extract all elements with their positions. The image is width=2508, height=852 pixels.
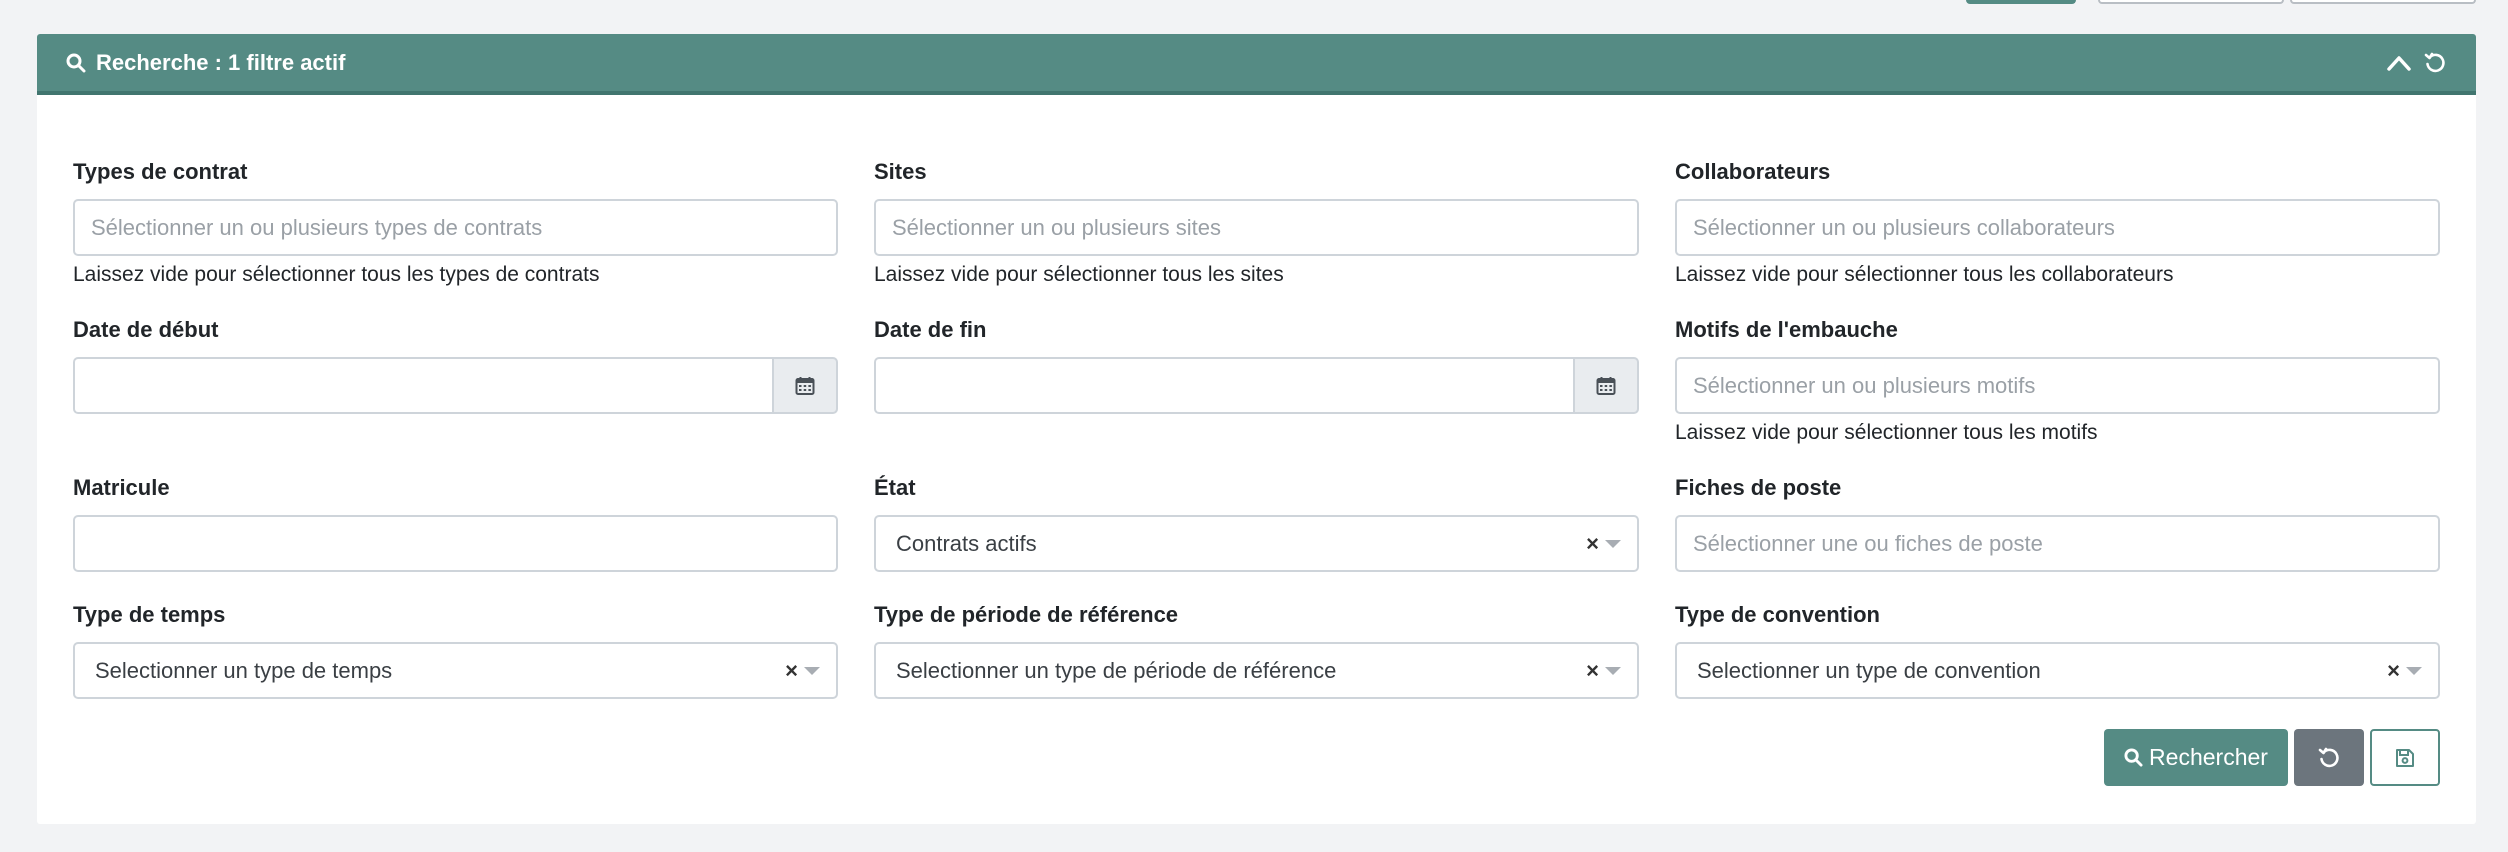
reference-period-type-clear-icon[interactable]: × (1586, 658, 1599, 684)
end-date-group (874, 357, 1639, 414)
end-date-input[interactable] (874, 357, 1573, 414)
end-date-label: Date de fin (874, 317, 987, 342)
time-type-clear-icon[interactable]: × (785, 658, 798, 684)
sites-help: Laissez vide pour sélectionner tous les … (874, 263, 1284, 286)
employee-number-input[interactable] (73, 515, 838, 572)
end-date-field: Date de fin (874, 317, 1639, 475)
form-actions: Rechercher (2104, 729, 2440, 786)
search-panel: Recherche : 1 filtre actif Types de cont… (37, 34, 2476, 824)
sites-select[interactable]: Sélectionner un ou plusieurs sites (874, 199, 1639, 256)
start-date-input[interactable] (73, 357, 772, 414)
chevron-down-icon[interactable] (1605, 539, 1621, 548)
start-date-group (73, 357, 838, 414)
contract-types-label: Types de contrat (73, 159, 248, 184)
job-sheets-label: Fiches de poste (1675, 475, 1842, 500)
reference-period-type-label: Type de période de référence (874, 602, 1179, 627)
hiring-reasons-label: Motifs de l'embauche (1675, 317, 1898, 342)
sites-field: Sites Sélectionner un ou plusieurs sites… (874, 159, 1639, 317)
time-type-select[interactable]: Selectionner un type de temps × (73, 642, 838, 699)
state-selected-value: Contrats actifs (896, 530, 1037, 556)
save-filter-button[interactable] (2370, 729, 2440, 786)
collaborators-field: Collaborateurs Sélectionner un ou plusie… (1675, 159, 2440, 317)
convention-type-clear-icon[interactable]: × (2387, 658, 2400, 684)
contract-types-select[interactable]: Sélectionner un ou plusieurs types de co… (73, 199, 838, 256)
hiring-reasons-placeholder: Sélectionner un ou plusieurs motifs (1693, 372, 2036, 398)
job-sheets-select[interactable]: Sélectionner une ou fiches de poste (1675, 515, 2440, 572)
top-toolbar-button-partial[interactable] (1966, 0, 2076, 4)
reference-period-type-selected-value: Selectionner un type de période de référ… (896, 657, 1337, 683)
chevron-down-icon[interactable] (804, 666, 820, 675)
reference-period-type-select[interactable]: Selectionner un type de période de référ… (874, 642, 1639, 699)
time-type-field: Type de temps Selectionner un type de te… (73, 602, 838, 727)
search-icon (2124, 748, 2143, 767)
hiring-reasons-select[interactable]: Sélectionner un ou plusieurs motifs (1675, 357, 2440, 414)
time-type-label: Type de temps (73, 602, 226, 627)
top-toolbar-button-partial[interactable] (2290, 0, 2476, 4)
reset-icon (2318, 747, 2339, 767)
state-label: État (874, 475, 916, 500)
hiring-reasons-field: Motifs de l'embauche Sélectionner un ou … (1675, 317, 2440, 475)
save-icon (2396, 748, 2414, 767)
contract-types-help: Laissez vide pour sélectionner tous les … (73, 263, 600, 286)
search-form: Types de contrat Sélectionner un ou plus… (73, 159, 2440, 727)
top-toolbar-button-partial[interactable] (2098, 0, 2284, 4)
search-panel-title: Recherche : 1 filtre actif (96, 49, 346, 75)
contract-types-placeholder: Sélectionner un ou plusieurs types de co… (91, 214, 543, 240)
end-date-calendar-button[interactable] (1573, 357, 1639, 414)
time-type-selected-value: Selectionner un type de temps (95, 657, 393, 683)
sites-label: Sites (874, 159, 927, 184)
calendar-icon (795, 376, 815, 395)
contract-types-field: Types de contrat Sélectionner un ou plus… (73, 159, 838, 317)
job-sheets-field: Fiches de poste Sélectionner une ou fich… (1675, 475, 2440, 602)
collaborators-placeholder: Sélectionner un ou plusieurs collaborate… (1693, 214, 2115, 240)
start-date-calendar-button[interactable] (772, 357, 838, 414)
state-select[interactable]: Contrats actifs × (874, 515, 1639, 572)
convention-type-selected-value: Selectionner un type de convention (1697, 657, 2041, 683)
start-date-label: Date de début (73, 317, 219, 342)
search-icon (66, 53, 86, 73)
collaborators-help: Laissez vide pour sélectionner tous les … (1675, 263, 2174, 286)
search-button[interactable]: Rechercher (2104, 729, 2288, 786)
convention-type-field: Type de convention Selectionner un type … (1675, 602, 2440, 727)
start-date-field: Date de début (73, 317, 838, 475)
reference-period-type-field: Type de période de référence Selectionne… (874, 602, 1639, 727)
state-field: État Contrats actifs × (874, 475, 1639, 602)
convention-type-label: Type de convention (1675, 602, 1880, 627)
search-button-label: Rechercher (2149, 744, 2268, 770)
employee-number-field: Matricule (73, 475, 838, 602)
reset-icon[interactable] (2424, 52, 2446, 74)
state-clear-icon[interactable]: × (1586, 531, 1599, 557)
calendar-icon (1596, 376, 1616, 395)
job-sheets-placeholder: Sélectionner une ou fiches de poste (1693, 530, 2043, 556)
chevron-down-icon[interactable] (2406, 666, 2422, 675)
hiring-reasons-help: Laissez vide pour sélectionner tous les … (1675, 421, 2098, 444)
chevron-down-icon[interactable] (1605, 666, 1621, 675)
collaborators-label: Collaborateurs (1675, 159, 1831, 184)
chevron-up-icon[interactable] (2386, 54, 2412, 72)
convention-type-select[interactable]: Selectionner un type de convention × (1675, 642, 2440, 699)
collaborators-select[interactable]: Sélectionner un ou plusieurs collaborate… (1675, 199, 2440, 256)
reset-button[interactable] (2294, 729, 2364, 786)
employee-number-label: Matricule (73, 475, 170, 500)
sites-placeholder: Sélectionner un ou plusieurs sites (892, 214, 1221, 240)
search-panel-header[interactable]: Recherche : 1 filtre actif (37, 34, 2476, 95)
